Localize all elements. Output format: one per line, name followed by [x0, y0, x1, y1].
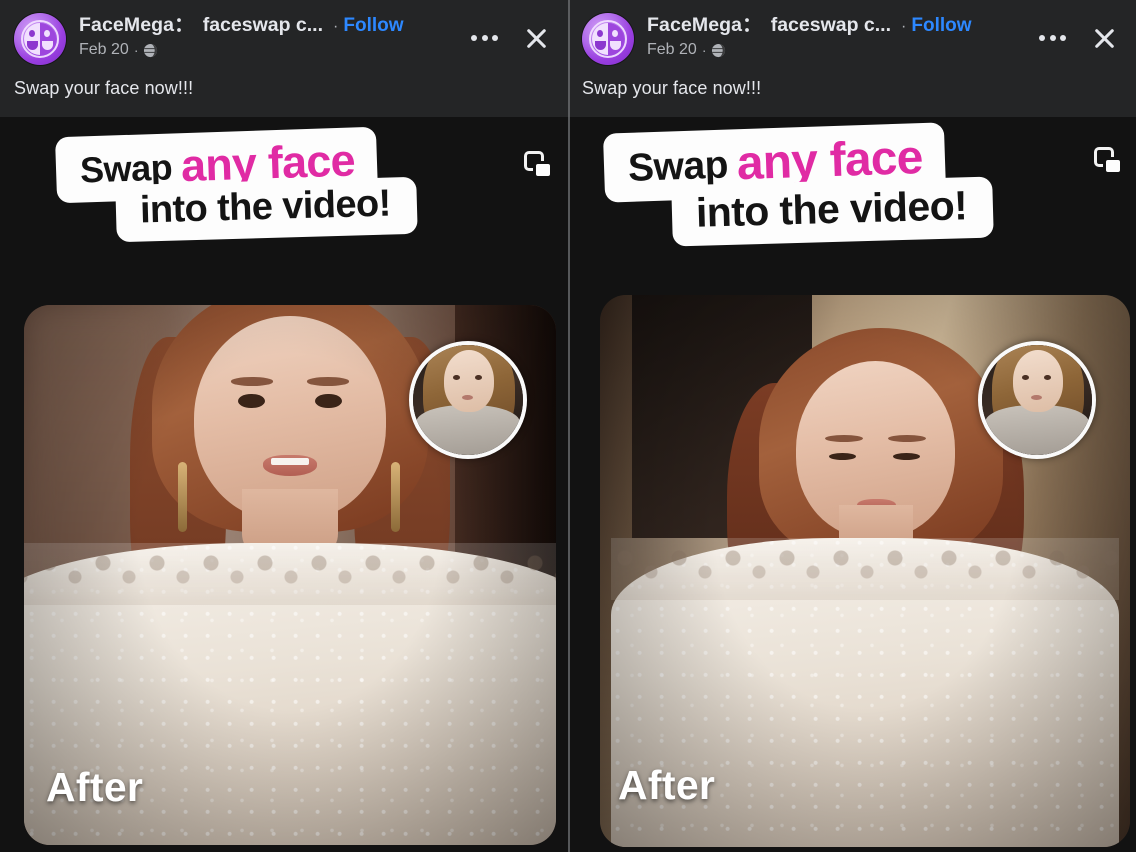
header-row: FaceMega： faceswap c... · Follow Feb 20 … [14, 13, 554, 71]
source-face-eye-right [475, 374, 483, 380]
source-face-eye-left [1022, 374, 1030, 380]
media-area[interactable]: Swap any face into the video! After [568, 117, 1136, 852]
header-row: FaceMega： faceswap c... · Follow Feb 20 … [582, 13, 1122, 71]
subject-teeth [270, 458, 310, 466]
post-date: Feb 20 [79, 40, 129, 58]
promo-line-2: into the video! [115, 176, 418, 243]
subject-eye-left [829, 453, 857, 461]
post-date: Feb 20 [647, 40, 697, 58]
page-subtitle[interactable]: faceswap c... [771, 14, 891, 36]
promo-banner: Swap any face into the video! [48, 126, 510, 245]
subject-dress-lace [610, 537, 1120, 600]
source-face-head [1013, 350, 1063, 412]
subject-brow-left [824, 435, 863, 443]
video-player[interactable]: After [24, 305, 556, 845]
promo-word-into-the-video: into the video! [139, 182, 392, 232]
multiple-photos-icon[interactable] [1092, 145, 1126, 179]
kebab-menu-icon[interactable] [469, 29, 500, 47]
kebab-dot [471, 35, 477, 41]
subject-brow-left [230, 377, 273, 386]
source-face-scene [413, 345, 523, 455]
post-header: FaceMega： faceswap c... · Follow Feb 20 … [0, 0, 568, 117]
kebab-dot [1060, 35, 1066, 41]
avatar-ring [21, 20, 59, 58]
promo-word-into-the-video: into the video! [695, 182, 968, 236]
globe-icon [143, 43, 158, 58]
subject-eye-left [238, 393, 266, 409]
source-face-eye-right [1044, 374, 1052, 380]
ad-panel-left: FaceMega： faceswap c... · Follow Feb 20 … [0, 0, 568, 852]
source-face-thumbnail[interactable] [978, 341, 1096, 459]
source-face-body [985, 404, 1089, 455]
post-header: FaceMega： faceswap c... · Follow Feb 20 … [568, 0, 1136, 117]
page-name[interactable]: FaceMega： [79, 14, 194, 36]
source-face-body [416, 404, 520, 455]
kebab-menu-icon[interactable] [1037, 29, 1068, 47]
subject-earring-left [178, 461, 188, 532]
page-name[interactable]: FaceMega： [647, 14, 762, 36]
screenshot-root: FaceMega： faceswap c... · Follow Feb 20 … [0, 0, 1136, 852]
facemega-avatar-logo[interactable] [14, 13, 66, 65]
copy-icon-front-square [533, 161, 553, 179]
media-area[interactable]: Swap any face into the video! After [0, 117, 568, 852]
meta-separator: · [701, 41, 707, 58]
follow-button[interactable]: Follow [343, 15, 403, 37]
subject-eye-right [893, 453, 921, 461]
source-face-head [444, 350, 494, 412]
subject-brow-right [307, 377, 350, 386]
header-actions [1037, 24, 1118, 52]
kebab-dot [481, 35, 488, 41]
copy-icon-front-square [1103, 157, 1123, 175]
promo-word-swap: Swap [627, 143, 729, 190]
close-icon[interactable] [1090, 24, 1118, 52]
promo-banner: Swap any face into the video! [596, 122, 1088, 247]
close-icon[interactable] [522, 24, 550, 52]
source-face-eye-left [453, 374, 461, 380]
source-face-thumbnail[interactable] [409, 341, 527, 459]
header-actions [469, 24, 550, 52]
source-face-scene [982, 345, 1092, 455]
post-caption: Swap your face now!!! [14, 78, 194, 98]
kebab-dot [1049, 35, 1056, 41]
after-label: After [618, 762, 716, 808]
avatar-ring [589, 20, 627, 58]
globe-icon [711, 43, 726, 58]
promo-line-2: into the video! [671, 176, 994, 247]
after-label: After [46, 764, 144, 810]
subject-brow-right [888, 435, 927, 443]
kebab-dot [1039, 35, 1045, 41]
title-separator: · [901, 18, 907, 35]
source-face-lips [462, 394, 474, 400]
page-subtitle[interactable]: faceswap c... [203, 14, 323, 36]
post-caption: Swap your face now!!! [582, 78, 762, 98]
subject-eye-right [314, 393, 342, 409]
title-separator: · [333, 18, 339, 35]
subject-dress-lace [24, 542, 556, 605]
panel-divider [568, 0, 570, 852]
ad-panel-right: FaceMega： faceswap c... · Follow Feb 20 … [568, 0, 1136, 852]
kebab-dot [492, 35, 498, 41]
subject-lips [263, 455, 317, 476]
facemega-avatar-logo[interactable] [582, 13, 634, 65]
subject-earring-right [391, 461, 401, 532]
source-face-lips [1031, 394, 1043, 400]
video-player[interactable]: After [600, 295, 1130, 847]
multiple-photos-icon[interactable] [522, 149, 556, 183]
follow-button[interactable]: Follow [911, 15, 971, 37]
meta-separator: · [133, 41, 139, 58]
